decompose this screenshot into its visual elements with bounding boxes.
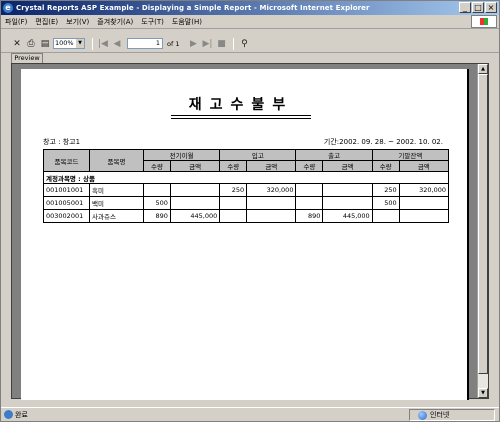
toolbar-separator — [233, 37, 235, 50]
cell-value: 890 — [295, 209, 324, 223]
header-code: 품목코드 — [43, 149, 90, 172]
cell-code: 001001001 — [43, 183, 90, 197]
prev-page-icon[interactable]: ◀ — [111, 38, 123, 50]
maximize-button[interactable]: □ — [472, 2, 484, 13]
close-button[interactable]: × — [485, 2, 497, 13]
windows-logo-icon — [471, 15, 497, 28]
cell-value — [322, 196, 373, 210]
toolbar-separator — [92, 37, 93, 50]
cell-name: 백미 — [89, 196, 144, 210]
cell-value: 250 — [219, 183, 248, 197]
header-amount: 금액 — [169, 160, 221, 172]
group-row: 계정과목명 : 상품 — [43, 171, 449, 184]
header-name: 품목명 — [89, 149, 144, 172]
cell-value — [169, 183, 221, 197]
menu-edit[interactable]: 편집(E) — [31, 17, 62, 27]
menu-help[interactable]: 도움말(H) — [168, 17, 206, 27]
security-zone: 인터넷 — [409, 409, 495, 421]
header-amount: 금액 — [398, 160, 450, 172]
inventory-table: 품목코드 품목명 전기이월 입고 출고 기말잔액 수량 금액 수량 금액 수량 … — [43, 149, 450, 223]
table-row: 001001001 흑미 250 320,000 250 320,000 — [43, 183, 450, 197]
zoom-select[interactable]: 100% ▼ — [53, 38, 85, 49]
cell-name: 사과쥬스 — [89, 209, 144, 223]
last-page-icon[interactable]: ▶| — [201, 38, 213, 50]
cell-value — [398, 196, 450, 210]
cell-value: 250 — [371, 183, 400, 197]
cell-value — [371, 209, 400, 223]
page-done-icon — [4, 410, 13, 419]
menu-favorites[interactable]: 즐겨찾기(A) — [93, 17, 137, 27]
status-bar: 완료 인터넷 — [1, 407, 499, 421]
report-page: 재고수불부 창고 : 창고1 기간:2002. 09. 28. ~ 2002. … — [21, 69, 469, 400]
cell-value — [219, 209, 248, 223]
next-page-icon[interactable]: ▶ — [187, 38, 199, 50]
close-view-icon[interactable]: ✕ — [11, 38, 23, 50]
title-bar[interactable]: e Crystal Reports ASP Example - Displayi… — [1, 1, 499, 15]
report-title: 재고수불부 — [171, 94, 311, 119]
table-row: 003002001 사과쥬스 890 445,000 890 445,000 — [43, 209, 450, 223]
cell-value — [169, 196, 221, 210]
cell-name: 흑미 — [89, 183, 144, 197]
ie-logo-icon: e — [3, 3, 13, 13]
header-group-inbound: 입고 — [219, 149, 297, 161]
report-toolbar: ✕ ⎙ ▤ 100% ▼ |◀ ◀ 1 of 1 ▶ ▶| ■ ⚲ — [1, 35, 499, 53]
chevron-down-icon[interactable]: ▼ — [76, 39, 84, 48]
menu-view[interactable]: 보기(V) — [62, 17, 93, 27]
export-icon[interactable]: ▤ — [39, 38, 51, 50]
cell-value — [219, 196, 248, 210]
scroll-down-icon[interactable]: ▼ — [478, 388, 488, 398]
cell-value: 500 — [371, 196, 400, 210]
window-title: Crystal Reports ASP Example - Displaying… — [16, 4, 370, 12]
scrollbar-thumb[interactable] — [478, 74, 488, 374]
internet-globe-icon — [418, 410, 427, 420]
header-amount: 금액 — [322, 160, 373, 172]
print-icon[interactable]: ⎙ — [25, 38, 37, 50]
vertical-scrollbar[interactable]: ▲ ▼ — [477, 64, 488, 398]
cell-value — [322, 183, 373, 197]
cell-code: 003002001 — [43, 209, 90, 223]
minimize-button[interactable]: _ — [459, 2, 471, 13]
header-qty: 수량 — [295, 160, 324, 172]
cell-value — [295, 196, 324, 210]
tab-preview[interactable]: Preview — [11, 53, 43, 63]
menu-bar: 파일(F) 편집(E) 보기(V) 즐겨찾기(A) 도구(T) 도움말(H) — [1, 15, 499, 29]
search-binoculars-icon[interactable]: ⚲ — [238, 38, 250, 50]
cell-code: 001005001 — [43, 196, 90, 210]
scroll-up-icon[interactable]: ▲ — [478, 64, 488, 74]
cell-value — [246, 196, 297, 210]
cell-value: 320,000 — [398, 183, 450, 197]
header-group-ending: 기말잔액 — [371, 149, 450, 161]
cell-value: 445,000 — [169, 209, 221, 223]
cell-value — [246, 209, 297, 223]
browser-window: e Crystal Reports ASP Example - Displayi… — [0, 0, 500, 422]
cell-value: 445,000 — [322, 209, 373, 223]
header-group-carryover: 전기이월 — [142, 149, 221, 161]
header-qty: 수량 — [143, 160, 171, 172]
page-number-input[interactable]: 1 — [127, 38, 163, 49]
menu-file[interactable]: 파일(F) — [1, 17, 31, 27]
cell-value — [295, 183, 324, 197]
cell-value — [398, 209, 450, 223]
status-text: 완료 — [15, 410, 28, 419]
cell-value — [143, 183, 171, 197]
header-group-outbound: 출고 — [295, 149, 373, 161]
table-row: 001005001 백미 500 500 — [43, 196, 450, 210]
header-qty: 수량 — [371, 160, 400, 172]
header-qty: 수량 — [219, 160, 248, 172]
warehouse-label: 창고 : 창고1 — [43, 138, 81, 146]
stop-icon[interactable]: ■ — [215, 38, 227, 50]
cell-value: 890 — [143, 209, 171, 223]
cell-value: 500 — [143, 196, 171, 210]
zone-label: 인터넷 — [430, 411, 450, 419]
menu-tools[interactable]: 도구(T) — [137, 17, 168, 27]
cell-value: 320,000 — [246, 183, 297, 197]
zoom-value: 100% — [55, 39, 74, 47]
first-page-icon[interactable]: |◀ — [97, 38, 109, 50]
report-viewer: 재고수불부 창고 : 창고1 기간:2002. 09. 28. ~ 2002. … — [11, 63, 489, 400]
group-label: 계정과목명 : 상품 — [43, 171, 449, 184]
header-amount: 금액 — [246, 160, 297, 172]
page-count-label: of 1 — [167, 39, 180, 48]
period-label: 기간:2002. 09. 28. ~ 2002. 10. 02. — [323, 138, 443, 146]
